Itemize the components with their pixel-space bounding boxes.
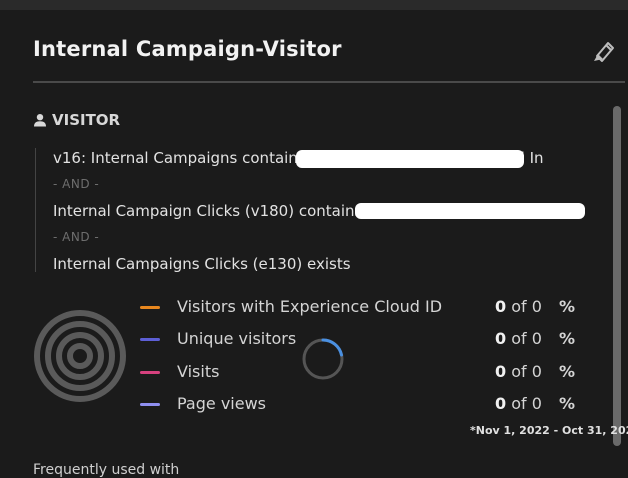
metric-percent: %: [559, 297, 576, 316]
metric-label: Page views: [177, 394, 266, 413]
metric-label: Visits: [177, 362, 220, 381]
edit-button[interactable]: [592, 37, 618, 63]
redaction-mark: [296, 150, 524, 168]
scrollbar-thumb[interactable]: [613, 106, 621, 446]
metric-value: 0 of 0: [495, 394, 542, 413]
person-icon: [34, 114, 46, 127]
container-header: VISITOR: [33, 111, 120, 129]
metric-percent: %: [559, 329, 576, 348]
metric-row: Page views 0 of 0 %: [140, 394, 580, 416]
container-label: VISITOR: [52, 111, 121, 129]
series-color-swatch: [140, 338, 160, 341]
metric-label: Unique visitors: [177, 329, 297, 348]
metric-row: Visits 0 of 0 %: [140, 362, 580, 384]
frequently-used-with-label: Frequently used with: [33, 462, 180, 478]
series-color-swatch: [140, 371, 160, 374]
metric-value: 0 of 0: [495, 329, 542, 348]
metric-row: Unique visitors 0 of 0 %: [140, 329, 580, 351]
panel-title: Internal Campaign-Visitor: [33, 37, 342, 61]
rule-connector-line: [35, 148, 36, 272]
edit-pencil-icon: [594, 42, 614, 62]
and-operator: - AND -: [53, 230, 100, 244]
series-color-swatch: [140, 306, 160, 309]
metric-percent: %: [559, 362, 576, 381]
metric-value: 0 of 0: [495, 297, 542, 316]
metric-percent: %: [559, 394, 576, 413]
metric-label: Visitors with Experience Cloud ID: [177, 297, 443, 316]
and-operator: - AND -: [53, 177, 100, 191]
redaction-mark: [355, 203, 585, 219]
empty-donut-chart: [34, 310, 126, 402]
date-range-note: *Nov 1, 2022 - Oct 31, 2023: [470, 424, 628, 437]
segment-rule: Internal Campaigns Clicks (e130) exists: [53, 255, 351, 273]
title-divider: [33, 81, 625, 83]
metric-row: Visitors with Experience Cloud ID 0 of 0…: [140, 297, 580, 319]
metric-value: 0 of 0: [495, 362, 542, 381]
segment-rule: Internal Campaign Clicks (v180) contains: [53, 202, 363, 220]
series-color-swatch: [140, 403, 160, 406]
